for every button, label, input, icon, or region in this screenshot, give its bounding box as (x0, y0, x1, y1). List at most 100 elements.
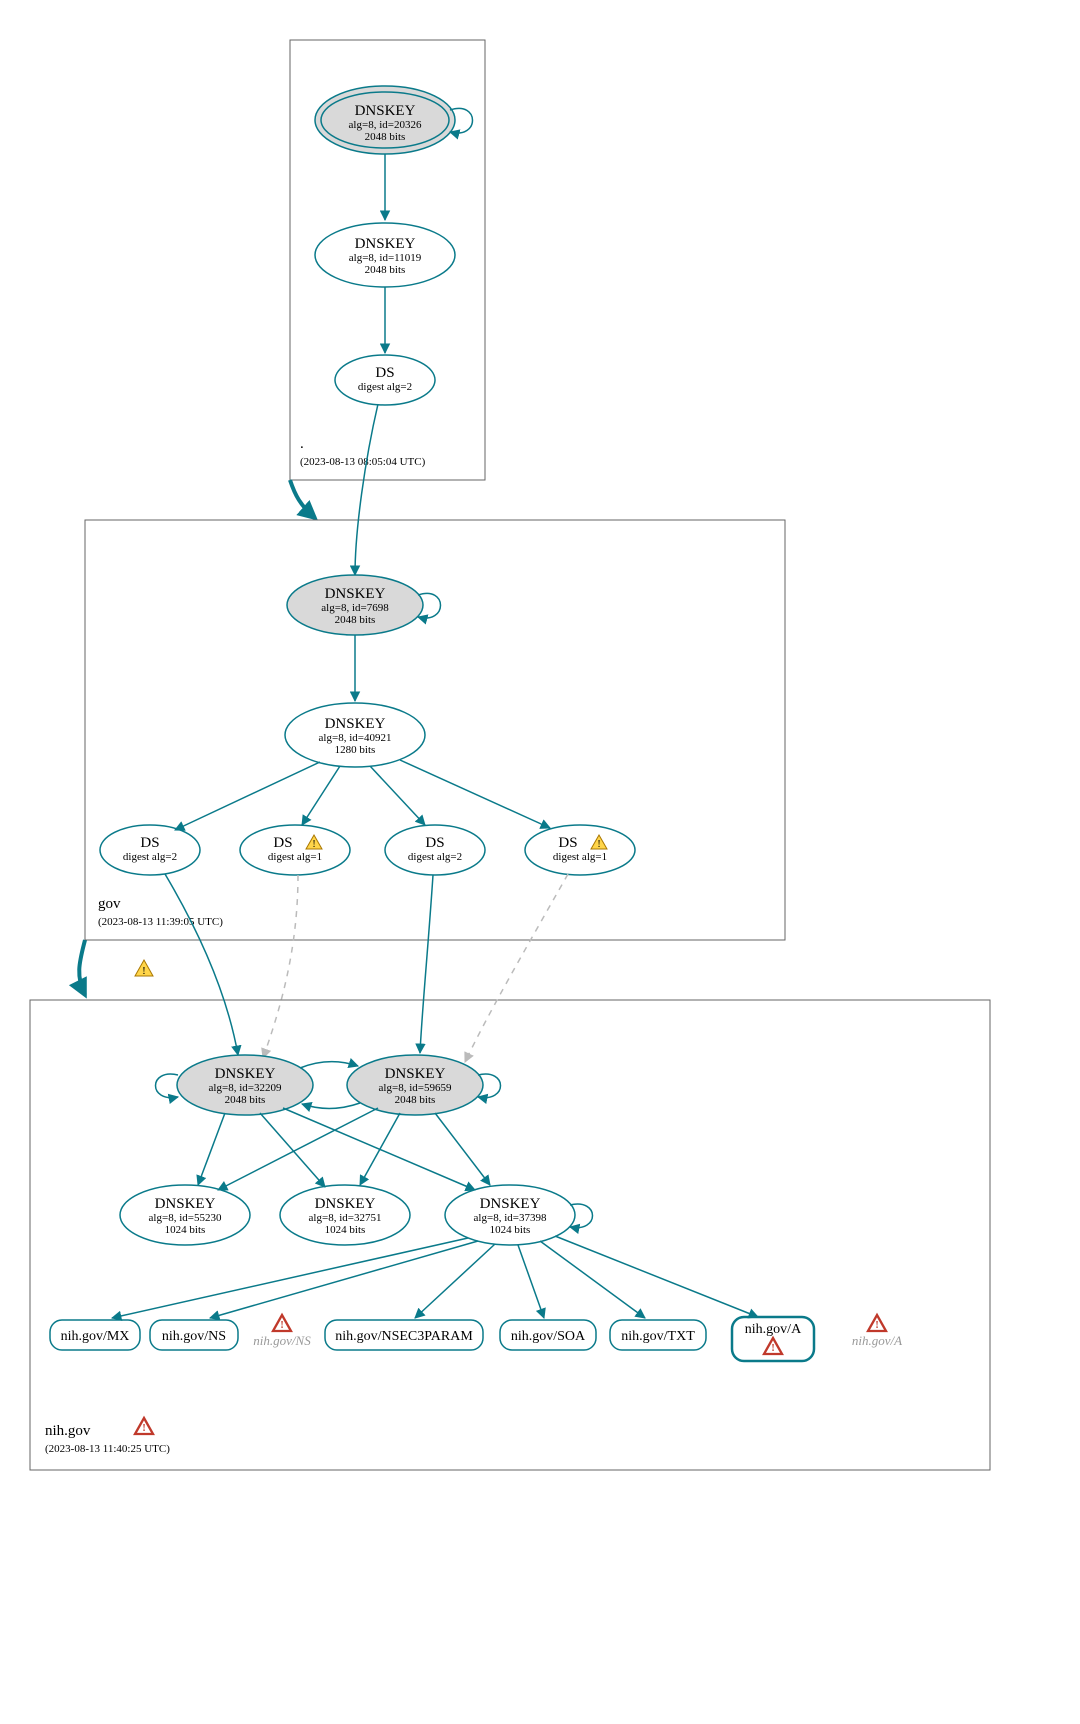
rrset-nsec3param: nih.gov/NSEC3PARAM (325, 1320, 483, 1350)
zone-root-label: . (300, 436, 304, 452)
edge-nih-ksk1-ksk2 (300, 1062, 358, 1068)
svg-text:DNSKEY: DNSKEY (315, 1196, 376, 1212)
error-icon: ! (135, 1418, 153, 1434)
svg-text:2048 bits: 2048 bits (365, 264, 406, 276)
svg-text:nih.gov/NSEC3PARAM: nih.gov/NSEC3PARAM (335, 1329, 473, 1344)
svg-text:alg=8, id=55230: alg=8, id=55230 (149, 1212, 222, 1224)
zone-gov-label: gov (98, 896, 121, 912)
zone-nih-label: nih.gov (45, 1423, 91, 1439)
svg-text:digest alg=2: digest alg=2 (408, 851, 462, 863)
svg-text:!: ! (771, 1343, 774, 1354)
node-dnskey-nih-zsk2: DNSKEY alg=8, id=32751 1024 bits (280, 1185, 410, 1245)
svg-text:DNSKEY: DNSKEY (480, 1196, 541, 1212)
edge-zsk3-mx (112, 1238, 468, 1318)
svg-text:nih.gov/TXT: nih.gov/TXT (621, 1329, 695, 1344)
svg-text:DNSKEY: DNSKEY (155, 1196, 216, 1212)
edge-ds1-nih-ksk1 (165, 874, 238, 1055)
edge-zsk3-soa (518, 1245, 544, 1318)
edge-self-nih-ksk1 (156, 1074, 179, 1098)
zone-gov-timestamp: (2023-08-13 11:39:05 UTC) (98, 916, 223, 928)
node-ds-root: DS digest alg=2 (335, 355, 435, 405)
edge-delegation-gov-nih (79, 940, 85, 995)
svg-text:DS: DS (140, 835, 159, 851)
node-ds-gov-2: DS digest alg=1 (240, 825, 350, 875)
zone-nih-timestamp: (2023-08-13 11:40:25 UTC) (45, 1443, 170, 1455)
node-ds-gov-1: DS digest alg=2 (100, 825, 200, 875)
edge-ksk2-zsk3 (435, 1113, 490, 1185)
error-icon: ! (868, 1315, 886, 1331)
edge-ksk1-zsk2 (260, 1113, 325, 1187)
node-dnskey-root-ksk: DNSKEY alg=8, id=20326 2048 bits (315, 86, 455, 154)
error-icon: ! (273, 1315, 291, 1331)
svg-text:2048 bits: 2048 bits (395, 1094, 436, 1106)
ghost-ns: nih.gov/NS (253, 1333, 311, 1348)
edge-root-ds-gov-ksk (355, 404, 378, 575)
svg-text:nih.gov/NS: nih.gov/NS (162, 1329, 226, 1344)
node-dnskey-root-zsk: DNSKEY alg=8, id=11019 2048 bits (315, 223, 455, 287)
svg-text:DNSKEY: DNSKEY (355, 103, 416, 119)
svg-text:digest alg=2: digest alg=2 (123, 851, 177, 863)
edge-nih-ksk2-ksk1 (302, 1103, 360, 1108)
svg-text:DS: DS (273, 835, 292, 851)
svg-text:!: ! (142, 965, 146, 977)
svg-text:!: ! (280, 1320, 283, 1331)
svg-text:alg=8, id=32209: alg=8, id=32209 (209, 1082, 282, 1094)
edge-zsk3-ns (210, 1241, 478, 1318)
svg-text:!: ! (312, 839, 315, 850)
ghost-a: nih.gov/A (852, 1333, 902, 1348)
node-ds-gov-4: DS digest alg=1 (525, 825, 635, 875)
svg-text:1024 bits: 1024 bits (490, 1224, 531, 1236)
node-dnskey-gov-zsk: DNSKEY alg=8, id=40921 1280 bits (285, 703, 425, 767)
svg-text:nih.gov/MX: nih.gov/MX (61, 1329, 130, 1344)
rrset-a: nih.gov/A ! (732, 1317, 814, 1361)
warning-icon: ! (135, 960, 153, 977)
svg-text:nih.gov/A: nih.gov/A (745, 1322, 802, 1337)
svg-text:2048 bits: 2048 bits (225, 1094, 266, 1106)
edge-delegation-root-gov (290, 480, 315, 518)
svg-text:alg=8, id=59659: alg=8, id=59659 (379, 1082, 452, 1094)
zone-gov-box (85, 520, 785, 940)
svg-text:alg=8, id=37398: alg=8, id=37398 (474, 1212, 547, 1224)
svg-text:DS: DS (425, 835, 444, 851)
edge-ds2-nih-ksk1 (263, 875, 298, 1058)
svg-text:alg=8, id=32751: alg=8, id=32751 (309, 1212, 382, 1224)
svg-text:alg=8, id=40921: alg=8, id=40921 (319, 732, 392, 744)
svg-text:!: ! (597, 839, 600, 850)
edge-zsk3-a (555, 1236, 758, 1317)
svg-text:DNSKEY: DNSKEY (385, 1066, 446, 1082)
edge-ksk1-zsk3 (283, 1108, 475, 1190)
svg-text:nih.gov/SOA: nih.gov/SOA (511, 1329, 586, 1344)
edge-gov-zsk-ds2 (302, 766, 340, 825)
edge-gov-zsk-ds4 (400, 760, 550, 828)
node-dnskey-nih-zsk1: DNSKEY alg=8, id=55230 1024 bits (120, 1185, 250, 1245)
node-dnskey-nih-ksk2: DNSKEY alg=8, id=59659 2048 bits (347, 1055, 483, 1115)
edge-gov-zsk-ds1 (175, 762, 320, 830)
svg-text:1024 bits: 1024 bits (325, 1224, 366, 1236)
edge-gov-zsk-ds3 (370, 766, 425, 825)
svg-text:!: ! (875, 1320, 878, 1331)
svg-text:alg=8, id=20326: alg=8, id=20326 (349, 119, 422, 131)
rrset-txt: nih.gov/TXT (610, 1320, 706, 1350)
rrset-ns: nih.gov/NS (150, 1320, 238, 1350)
node-dnskey-nih-ksk1: DNSKEY alg=8, id=32209 2048 bits (177, 1055, 313, 1115)
node-dnskey-gov-ksk: DNSKEY alg=8, id=7698 2048 bits (287, 575, 423, 635)
svg-text:digest alg=1: digest alg=1 (553, 851, 607, 863)
svg-text:2048 bits: 2048 bits (335, 614, 376, 626)
svg-text:1024 bits: 1024 bits (165, 1224, 206, 1236)
rrset-mx: nih.gov/MX (50, 1320, 140, 1350)
svg-text:2048 bits: 2048 bits (365, 131, 406, 143)
edge-ds4-nih-ksk2 (465, 874, 568, 1062)
edge-ksk2-zsk2 (360, 1113, 400, 1185)
edge-ksk2-zsk1 (218, 1108, 378, 1190)
edge-ksk1-zsk1 (198, 1113, 225, 1185)
svg-text:alg=8, id=7698: alg=8, id=7698 (321, 602, 389, 614)
svg-text:digest alg=1: digest alg=1 (268, 851, 322, 863)
svg-text:digest alg=2: digest alg=2 (358, 381, 412, 393)
edge-zsk3-txt (540, 1241, 645, 1318)
rrset-soa: nih.gov/SOA (500, 1320, 596, 1350)
svg-text:DNSKEY: DNSKEY (215, 1066, 276, 1082)
dnssec-diagram: . (2023-08-13 08:05:04 UTC) DNSKEY alg=8… (20, 20, 1060, 1704)
edge-ds3-nih-ksk2 (420, 875, 433, 1053)
svg-text:alg=8, id=11019: alg=8, id=11019 (349, 252, 422, 264)
svg-text:DNSKEY: DNSKEY (355, 236, 416, 252)
